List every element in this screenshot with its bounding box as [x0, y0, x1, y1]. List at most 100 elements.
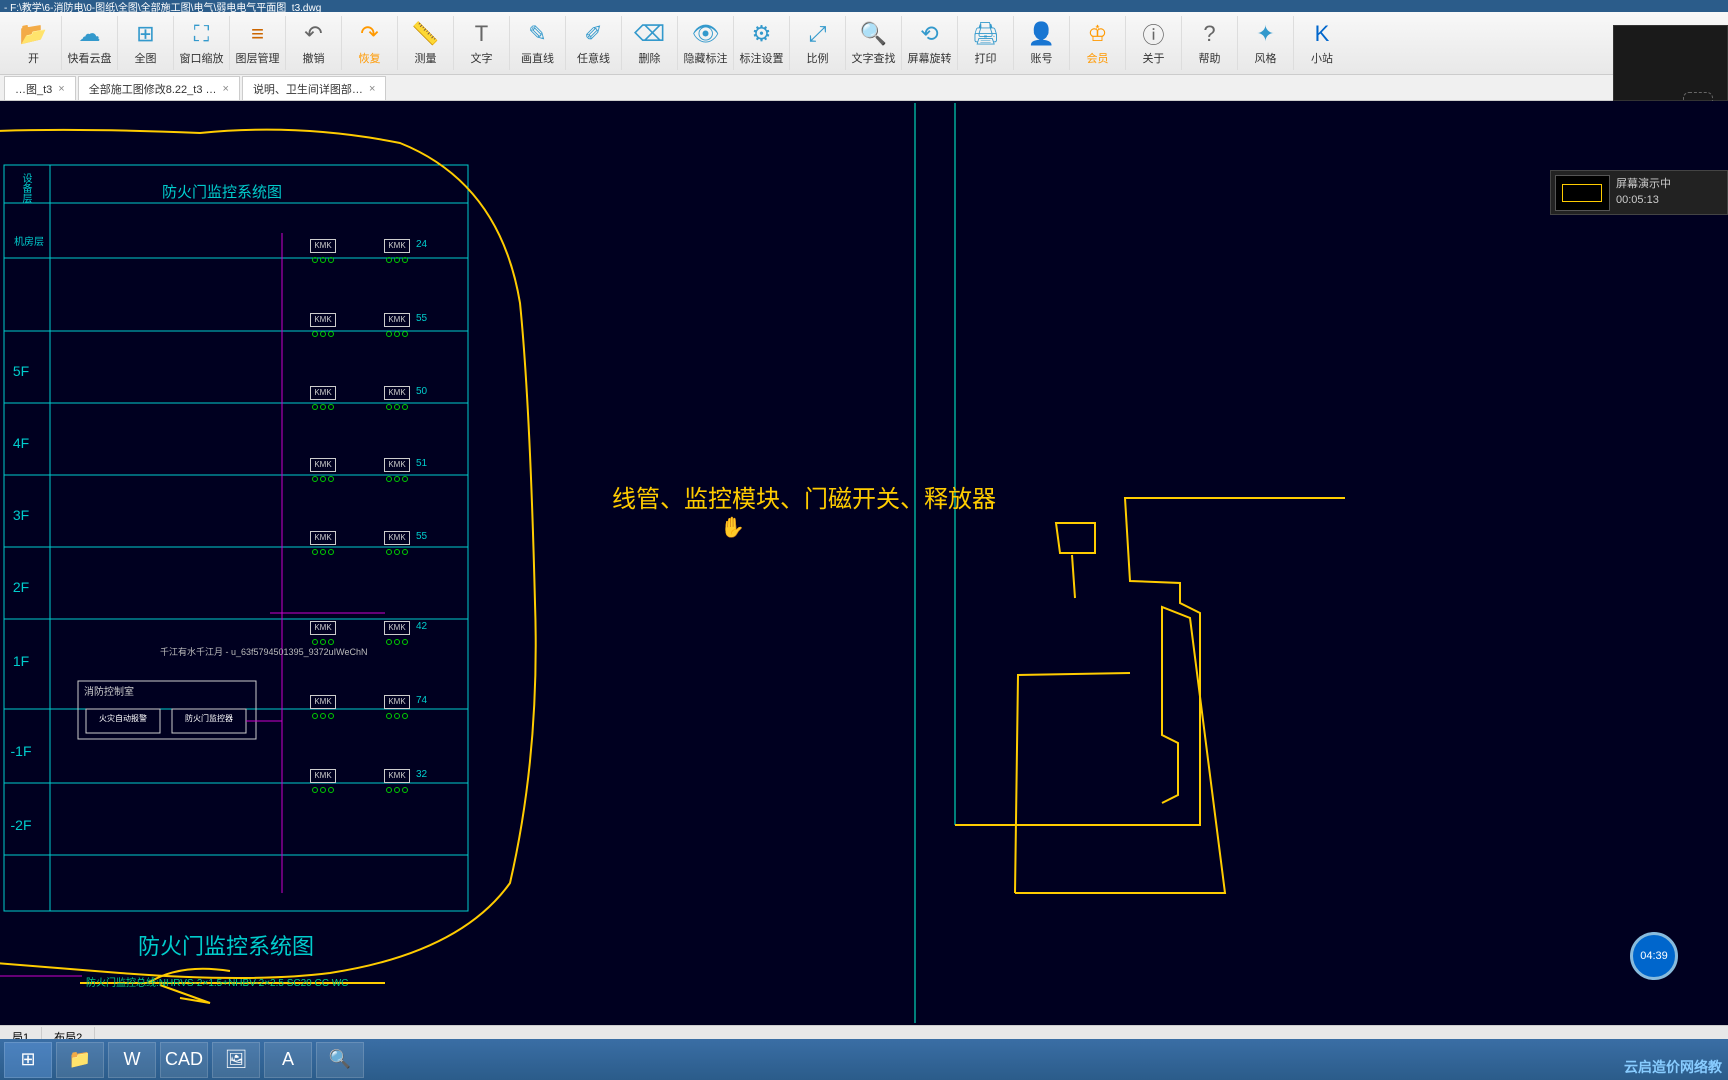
- taskbar-app[interactable]: ⊞: [4, 1042, 52, 1078]
- tool-恢复[interactable]: ↷恢复: [342, 16, 398, 70]
- 任意线-icon: ✐: [580, 20, 608, 48]
- terminal-icon: [394, 713, 400, 719]
- 开-icon: 📂: [20, 20, 48, 48]
- terminal-icon: [320, 331, 326, 337]
- terminal-icon: [394, 257, 400, 263]
- 帮助-icon: ?: [1196, 20, 1224, 48]
- tool-图层管理[interactable]: ≡图层管理: [230, 16, 286, 70]
- floor-label: 1F: [6, 653, 36, 673]
- tool-隐藏标注[interactable]: 👁隐藏标注: [678, 16, 734, 70]
- close-icon[interactable]: ×: [223, 83, 229, 95]
- title-bar: - F:\教学\6-消防电\0-图纸\全图\全部施工图\电气\弱电电气平面图_t…: [0, 0, 1728, 12]
- taskbar-app[interactable]: W: [108, 1042, 156, 1078]
- 画直线-icon: ✎: [524, 20, 552, 48]
- taskbar-app[interactable]: 🖼: [212, 1042, 260, 1078]
- kmk-module: KMK: [310, 531, 336, 545]
- record-title: 屏幕演示中: [1616, 177, 1671, 192]
- terminal-icon: [394, 404, 400, 410]
- terminal-icon: [402, 787, 408, 793]
- 账号-icon: 👤: [1028, 20, 1056, 48]
- floor-label: -1F: [6, 743, 36, 763]
- tool-帮助[interactable]: ?帮助: [1182, 16, 1238, 70]
- 会员-icon: ♔: [1084, 20, 1112, 48]
- cad-canvas[interactable]: 防火门监控系统图 设备层 机房层 5F4F3F2F1F-1F-2F KMKKMK…: [0, 101, 1728, 1025]
- terminal-icon: [320, 476, 326, 482]
- 全图-icon: ⊞: [132, 20, 160, 48]
- count-label: 42: [416, 621, 427, 632]
- terminal-icon: [312, 404, 318, 410]
- doc-tab[interactable]: 说明、卫生间详图部… ×: [242, 76, 386, 100]
- terminal-icon: [312, 713, 318, 719]
- screen-recording-badge[interactable]: 屏幕演示中 00:05:13: [1550, 170, 1728, 215]
- tool-删除[interactable]: ⌫删除: [622, 16, 678, 70]
- kmk-module: KMK: [310, 621, 336, 635]
- doc-tab[interactable]: …图_t3×: [4, 76, 76, 100]
- diagram-header: 防火门监控系统图: [162, 181, 282, 202]
- tool-窗口缩放[interactable]: ⛶窗口缩放: [174, 16, 230, 70]
- tool-屏幕旋转[interactable]: ⟲屏幕旋转: [902, 16, 958, 70]
- tool-快看云盘[interactable]: ☁快看云盘: [62, 16, 118, 70]
- terminal-icon: [320, 549, 326, 555]
- count-label: 74: [416, 695, 427, 706]
- tool-文字查找[interactable]: 🔍文字查找: [846, 16, 902, 70]
- floor-label: 5F: [6, 363, 36, 383]
- panel-title: 消防控制室: [84, 683, 134, 698]
- taskbar-app[interactable]: 📁: [56, 1042, 104, 1078]
- tool-打印[interactable]: 🖨打印: [958, 16, 1014, 70]
- terminal-icon: [312, 549, 318, 555]
- terminal-icon: [312, 476, 318, 482]
- diagram-title: 防火门监控系统图: [138, 929, 314, 961]
- tool-撤销[interactable]: ↶撤销: [286, 16, 342, 70]
- tool-开[interactable]: 📂开: [6, 16, 62, 70]
- 图层管理-icon: ≡: [244, 20, 272, 48]
- tool-会员[interactable]: ♔会员: [1070, 16, 1126, 70]
- watermark: 千江有水千江月 - u_63f5794501395_9372uIWeChN: [160, 645, 367, 658]
- taskbar-app[interactable]: A: [264, 1042, 312, 1078]
- panel-box-2: 防火门监控器: [174, 713, 244, 724]
- terminal-icon: [320, 787, 326, 793]
- kmk-module: KMK: [310, 695, 336, 709]
- 删除-icon: ⌫: [636, 20, 664, 48]
- tool-小站[interactable]: K小站: [1294, 16, 1350, 70]
- tool-关于[interactable]: ⓘ关于: [1126, 16, 1182, 70]
- kmk-module: KMK: [384, 621, 410, 635]
- brand-watermark: 云启造价网络教: [1624, 1057, 1722, 1077]
- 撤销-icon: ↶: [300, 20, 328, 48]
- main-toolbar: 📂开☁快看云盘⊞全图⛶窗口缩放≡图层管理↶撤销↷恢复📏测量T文字✎画直线✐任意线…: [0, 12, 1728, 75]
- terminal-icon: [394, 787, 400, 793]
- terminal-icon: [312, 787, 318, 793]
- record-info: 屏幕演示中 00:05:13: [1616, 177, 1671, 208]
- tool-比例[interactable]: ⤢比例: [790, 16, 846, 70]
- kmk-module: KMK: [384, 239, 410, 253]
- count-label: 55: [416, 313, 427, 324]
- floor-label: 4F: [6, 435, 36, 455]
- 恢复-icon: ↷: [356, 20, 384, 48]
- 测量-icon: 📏: [412, 20, 440, 48]
- kmk-module: KMK: [384, 458, 410, 472]
- close-icon[interactable]: ×: [369, 83, 375, 95]
- timestamp-float-button[interactable]: 04:39: [1630, 932, 1678, 980]
- terminal-icon: [402, 331, 408, 337]
- tool-账号[interactable]: 👤账号: [1014, 16, 1070, 70]
- file-path: - F:\教学\6-消防电\0-图纸\全图\全部施工图\电气\弱电电气平面图_t…: [4, 0, 321, 14]
- tool-风格[interactable]: ✦风格: [1238, 16, 1294, 70]
- tool-测量[interactable]: 📏测量: [398, 16, 454, 70]
- document-tabs: …图_t3×全部施工图修改8.22_t3 …×说明、卫生间详图部… ×: [0, 75, 1728, 101]
- floor-label: 3F: [6, 507, 36, 527]
- close-icon[interactable]: ×: [58, 83, 64, 95]
- float-time: 04:39: [1640, 950, 1668, 962]
- tool-画直线[interactable]: ✎画直线: [510, 16, 566, 70]
- terminal-icon: [328, 476, 334, 482]
- terminal-icon: [328, 549, 334, 555]
- tool-标注设置[interactable]: ⚙标注设置: [734, 16, 790, 70]
- taskbar-app[interactable]: 🔍: [316, 1042, 364, 1078]
- tool-任意线[interactable]: ✐任意线: [566, 16, 622, 70]
- tool-文字[interactable]: T文字: [454, 16, 510, 70]
- label-machine: 机房层: [14, 233, 44, 248]
- windows-taskbar: ⊞📁WCAD🖼A🔍: [0, 1039, 1728, 1080]
- doc-tab[interactable]: 全部施工图修改8.22_t3 …×: [78, 76, 240, 100]
- tool-全图[interactable]: ⊞全图: [118, 16, 174, 70]
- wire-note: 防火门监控总线:NHRVS-2×1.5+NHBV-2×2.5 SC20 CC W…: [86, 974, 348, 989]
- taskbar-app[interactable]: CAD: [160, 1042, 208, 1078]
- kmk-module: KMK: [310, 313, 336, 327]
